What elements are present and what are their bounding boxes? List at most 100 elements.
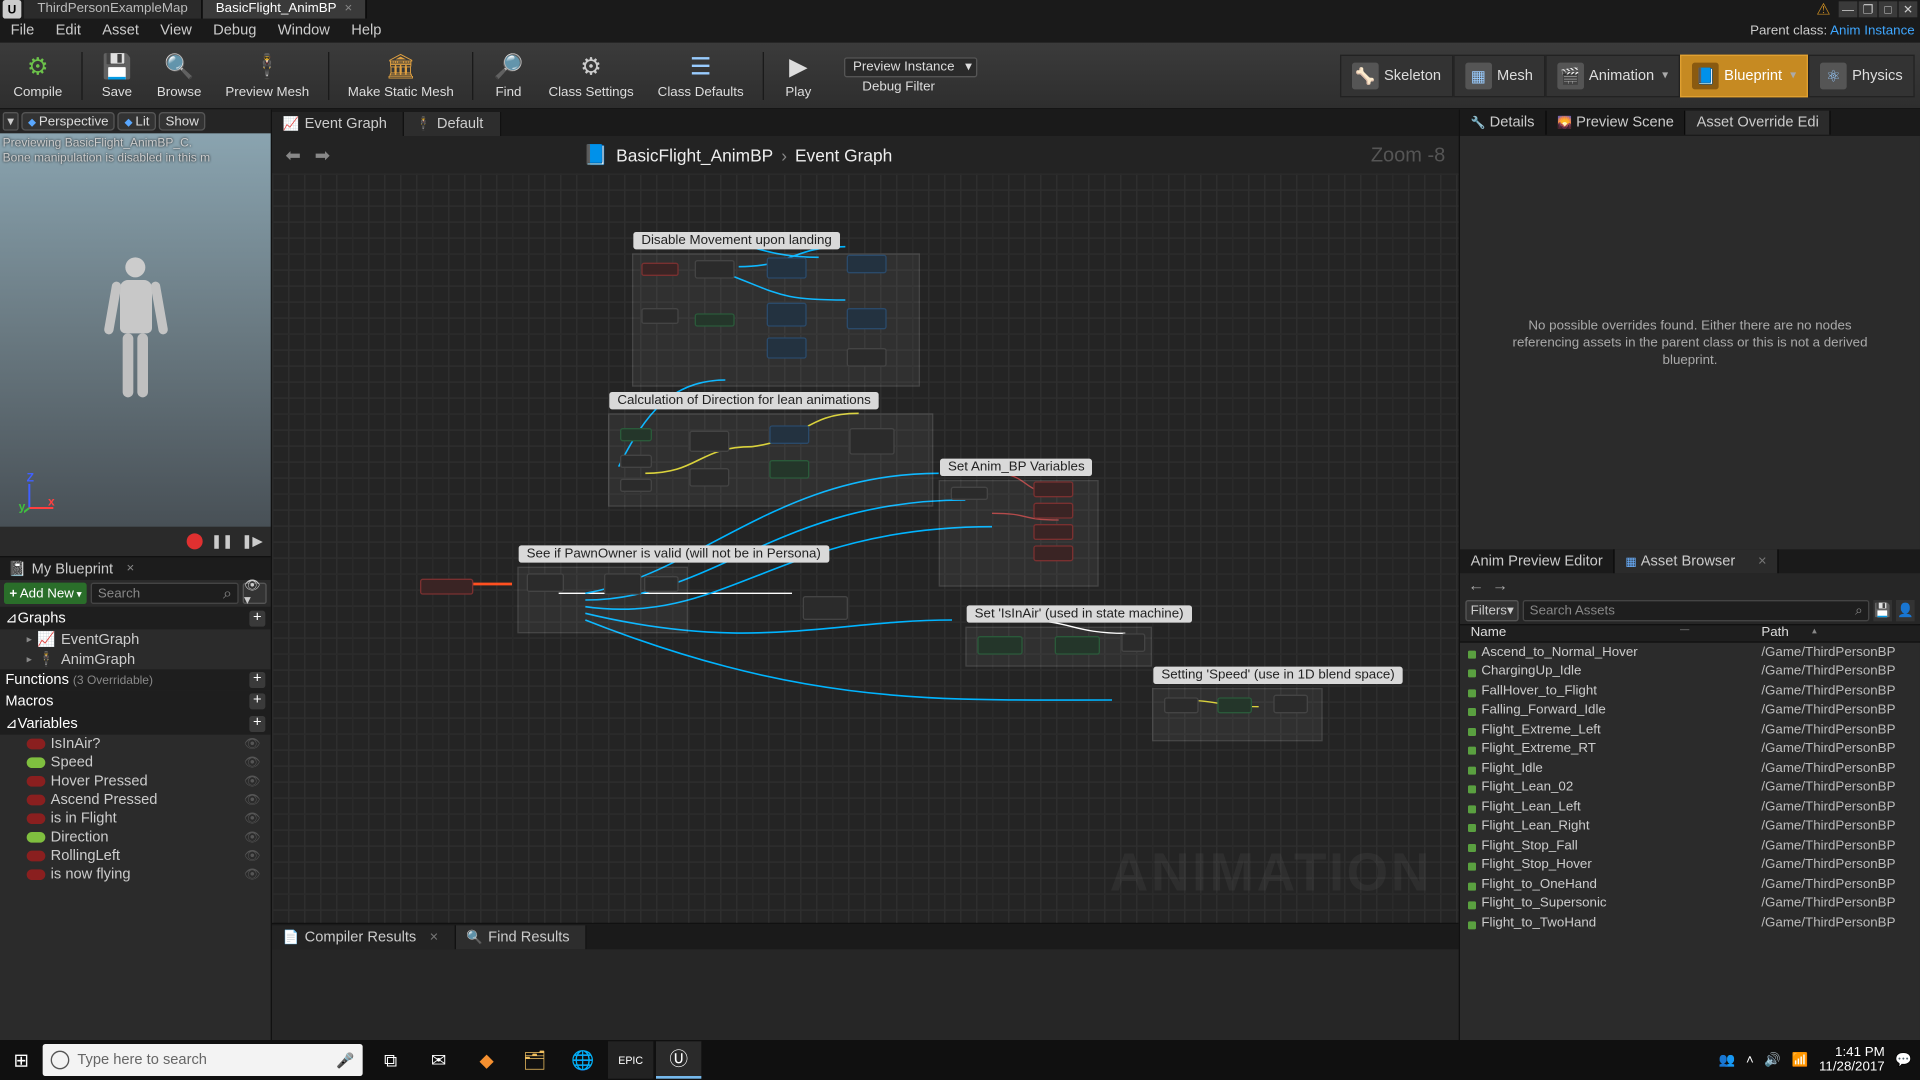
asset-row[interactable]: Ascend_to_Normal_Hover/Game/ThirdPersonB… <box>1460 643 1920 662</box>
graph-canvas[interactable]: Disable Movement upon landing Calculatio… <box>272 173 1459 922</box>
tray-people-icon[interactable]: 👥 <box>1719 1053 1736 1068</box>
tray-clock[interactable]: 1:41 PM11/28/2017 <box>1819 1045 1885 1074</box>
mode-animation[interactable]: 🎬Animation▾ <box>1545 54 1680 97</box>
cortana-search[interactable]: Type here to search🎤 <box>43 1044 363 1076</box>
comment-pawnowner-valid[interactable]: See if PawnOwner is valid (will not be i… <box>517 567 688 634</box>
menu-view[interactable]: View <box>150 19 203 43</box>
debug-filter-dropdown[interactable]: Preview Instance Debug Filter <box>844 46 978 105</box>
nav-back-button[interactable]: ⬅ <box>285 144 306 165</box>
window-close-button[interactable]: ✕ <box>1899 1 1918 17</box>
tab-event-graph[interactable]: 📈Event Graph <box>272 112 404 136</box>
macros-header[interactable]: Macros+ <box>0 691 271 712</box>
mode-skeleton[interactable]: 🦴Skeleton <box>1340 54 1453 97</box>
window-minimize-button[interactable]: — <box>1839 1 1858 17</box>
asset-row[interactable]: Flight_Lean_Right/Game/ThirdPersonBP <box>1460 817 1920 836</box>
viewport-perspective-button[interactable]: ◆Perspective <box>21 112 115 131</box>
graphs-header[interactable]: ⊿Graphs+ <box>0 607 271 630</box>
menu-help[interactable]: Help <box>341 19 393 43</box>
variables-header[interactable]: ⊿Variables+ <box>0 712 271 735</box>
menu-edit[interactable]: Edit <box>45 19 92 43</box>
class-defaults-button[interactable]: ☰Class Defaults <box>650 46 752 105</box>
comment-calc-direction[interactable]: Calculation of Direction for lean animat… <box>608 413 933 506</box>
pause-button[interactable]: ❚❚ <box>211 534 233 549</box>
user-filter-button[interactable]: 👤 <box>1896 600 1915 621</box>
tab-anim-preview[interactable]: Anim Preview Editor <box>1460 549 1615 573</box>
step-button[interactable]: ❚▶ <box>241 534 262 549</box>
variable-row[interactable]: is in Flight👁 <box>0 809 271 828</box>
window-tab-animbp[interactable]: BasicFlight_AnimBP× <box>202 0 367 19</box>
graph-animgraph[interactable]: ▸🕴 AnimGraph <box>0 649 271 669</box>
asset-row[interactable]: ChargingUp_Idle/Game/ThirdPersonBP <box>1460 662 1920 681</box>
task-view-button[interactable]: ⧉ <box>368 1041 413 1078</box>
preview-viewport[interactable]: Previewing BasicFlight_AnimBP_C.Bone man… <box>0 133 271 526</box>
variable-row[interactable]: Speed👁 <box>0 753 271 772</box>
breadcrumb[interactable]: 📘BasicFlight_AnimBP ›Event Graph <box>583 143 892 167</box>
graph-eventgraph[interactable]: ▸📈 EventGraph <box>0 629 271 649</box>
taskbar-unreal[interactable]: Ⓤ <box>656 1041 701 1078</box>
viewport-lit-button[interactable]: ◆Lit <box>118 112 156 131</box>
asset-row[interactable]: Flight_Extreme_Left/Game/ThirdPersonBP <box>1460 720 1920 739</box>
class-settings-button[interactable]: ⚙Class Settings <box>540 46 641 105</box>
taskbar-epic[interactable]: EPIC <box>608 1041 653 1078</box>
asset-row[interactable]: Flight_Idle/Game/ThirdPersonBP <box>1460 759 1920 778</box>
parent-class-link[interactable]: Anim Instance <box>1830 23 1915 38</box>
asset-row[interactable]: Flight_to_OneHand/Game/ThirdPersonBP <box>1460 875 1920 894</box>
asset-nav-back[interactable]: ← <box>1468 576 1484 595</box>
save-search-button[interactable]: 💾 <box>1873 600 1892 621</box>
add-new-button[interactable]: Add New <box>4 583 87 604</box>
my-blueprint-search[interactable]: Search <box>91 583 238 604</box>
asset-row[interactable]: Flight_to_TwoHand/Game/ThirdPersonBP <box>1460 913 1920 932</box>
tab-default[interactable]: 🕴Default <box>404 112 500 136</box>
variable-row[interactable]: Hover Pressed👁 <box>0 772 271 791</box>
taskbar-explorer[interactable]: 🗂 <box>512 1041 557 1078</box>
tab-details[interactable]: 🔧Details <box>1460 111 1546 135</box>
menu-debug[interactable]: Debug <box>202 19 267 43</box>
notification-icon[interactable]: ⚠ <box>1816 0 1830 19</box>
menu-file[interactable]: File <box>0 19 45 43</box>
play-button[interactable]: ▶Play <box>774 46 822 105</box>
window-maximize-button[interactable]: □ <box>1879 1 1898 17</box>
mode-physics[interactable]: ⚛Physics <box>1808 54 1915 97</box>
asset-row[interactable]: Falling_Forward_Idle/Game/ThirdPersonBP <box>1460 701 1920 720</box>
record-button[interactable] <box>187 533 203 549</box>
browse-button[interactable]: 🔍Browse <box>149 46 209 105</box>
window-tab-map[interactable]: ThirdPersonExampleMap <box>24 0 202 19</box>
col-path[interactable]: Path <box>1756 625 1920 641</box>
asset-search[interactable]: Search Assets <box>1523 600 1869 621</box>
view-options-button[interactable]: 👁▾ <box>243 583 267 604</box>
comment-setting-speed[interactable]: Setting 'Speed' (use in 1D blend space) <box>1152 688 1323 741</box>
col-name[interactable]: Name <box>1460 625 1756 641</box>
menu-window[interactable]: Window <box>267 19 340 43</box>
graph-node[interactable] <box>803 596 848 620</box>
my-blueprint-tab[interactable]: 📓 My Blueprint× <box>0 556 271 580</box>
variable-row[interactable]: is now flying👁 <box>0 865 271 884</box>
save-button[interactable]: 💾Save <box>93 46 141 105</box>
comment-set-animbp-vars[interactable]: Set Anim_BP Variables <box>939 480 1099 587</box>
viewport-show-button[interactable]: Show <box>159 112 206 131</box>
asset-row[interactable]: Flight_to_Supersonic/Game/ThirdPersonBP <box>1460 894 1920 913</box>
asset-row[interactable]: Flight_Lean_Left/Game/ThirdPersonBP <box>1460 797 1920 816</box>
asset-row[interactable]: Flight_Extreme_RT/Game/ThirdPersonBP <box>1460 739 1920 758</box>
mode-mesh[interactable]: ▦Mesh <box>1453 54 1545 97</box>
find-button[interactable]: 🔎Find <box>484 46 532 105</box>
variable-row[interactable]: Direction👁 <box>0 828 271 847</box>
tray-up-icon[interactable]: ˄ <box>1746 1053 1754 1068</box>
comment-set-isinair[interactable]: Set 'IsInAir' (used in state machine) <box>965 627 1152 667</box>
tab-preview-scene[interactable]: 🌄Preview Scene <box>1546 111 1685 135</box>
mode-blueprint[interactable]: 📘Blueprint▾ <box>1680 54 1808 97</box>
tray-volume-icon[interactable]: 🔊 <box>1764 1053 1781 1068</box>
comment-disable-movement[interactable]: Disable Movement upon landing <box>632 253 920 386</box>
tab-asset-override[interactable]: Asset Override Edi <box>1686 111 1831 135</box>
start-button[interactable]: ⊞ <box>0 1049 43 1072</box>
window-restore-button[interactable]: ❐ <box>1859 1 1878 17</box>
asset-row[interactable]: Flight_Stop_Hover/Game/ThirdPersonBP <box>1460 855 1920 874</box>
menu-asset[interactable]: Asset <box>92 19 150 43</box>
taskbar-chrome[interactable]: 🌐 <box>560 1041 605 1078</box>
asset-row[interactable]: Flight_Lean_02/Game/ThirdPersonBP <box>1460 778 1920 797</box>
tab-find-results[interactable]: 🔍Find Results <box>456 925 587 949</box>
asset-row[interactable]: FallHover_to_Flight/Game/ThirdPersonBP <box>1460 681 1920 700</box>
asset-row[interactable]: Flight_Stop_Fall/Game/ThirdPersonBP <box>1460 836 1920 855</box>
variable-row[interactable]: RollingLeft👁 <box>0 847 271 866</box>
variable-row[interactable]: Ascend Pressed👁 <box>0 791 271 810</box>
taskbar-mail[interactable]: ✉ <box>416 1041 461 1078</box>
